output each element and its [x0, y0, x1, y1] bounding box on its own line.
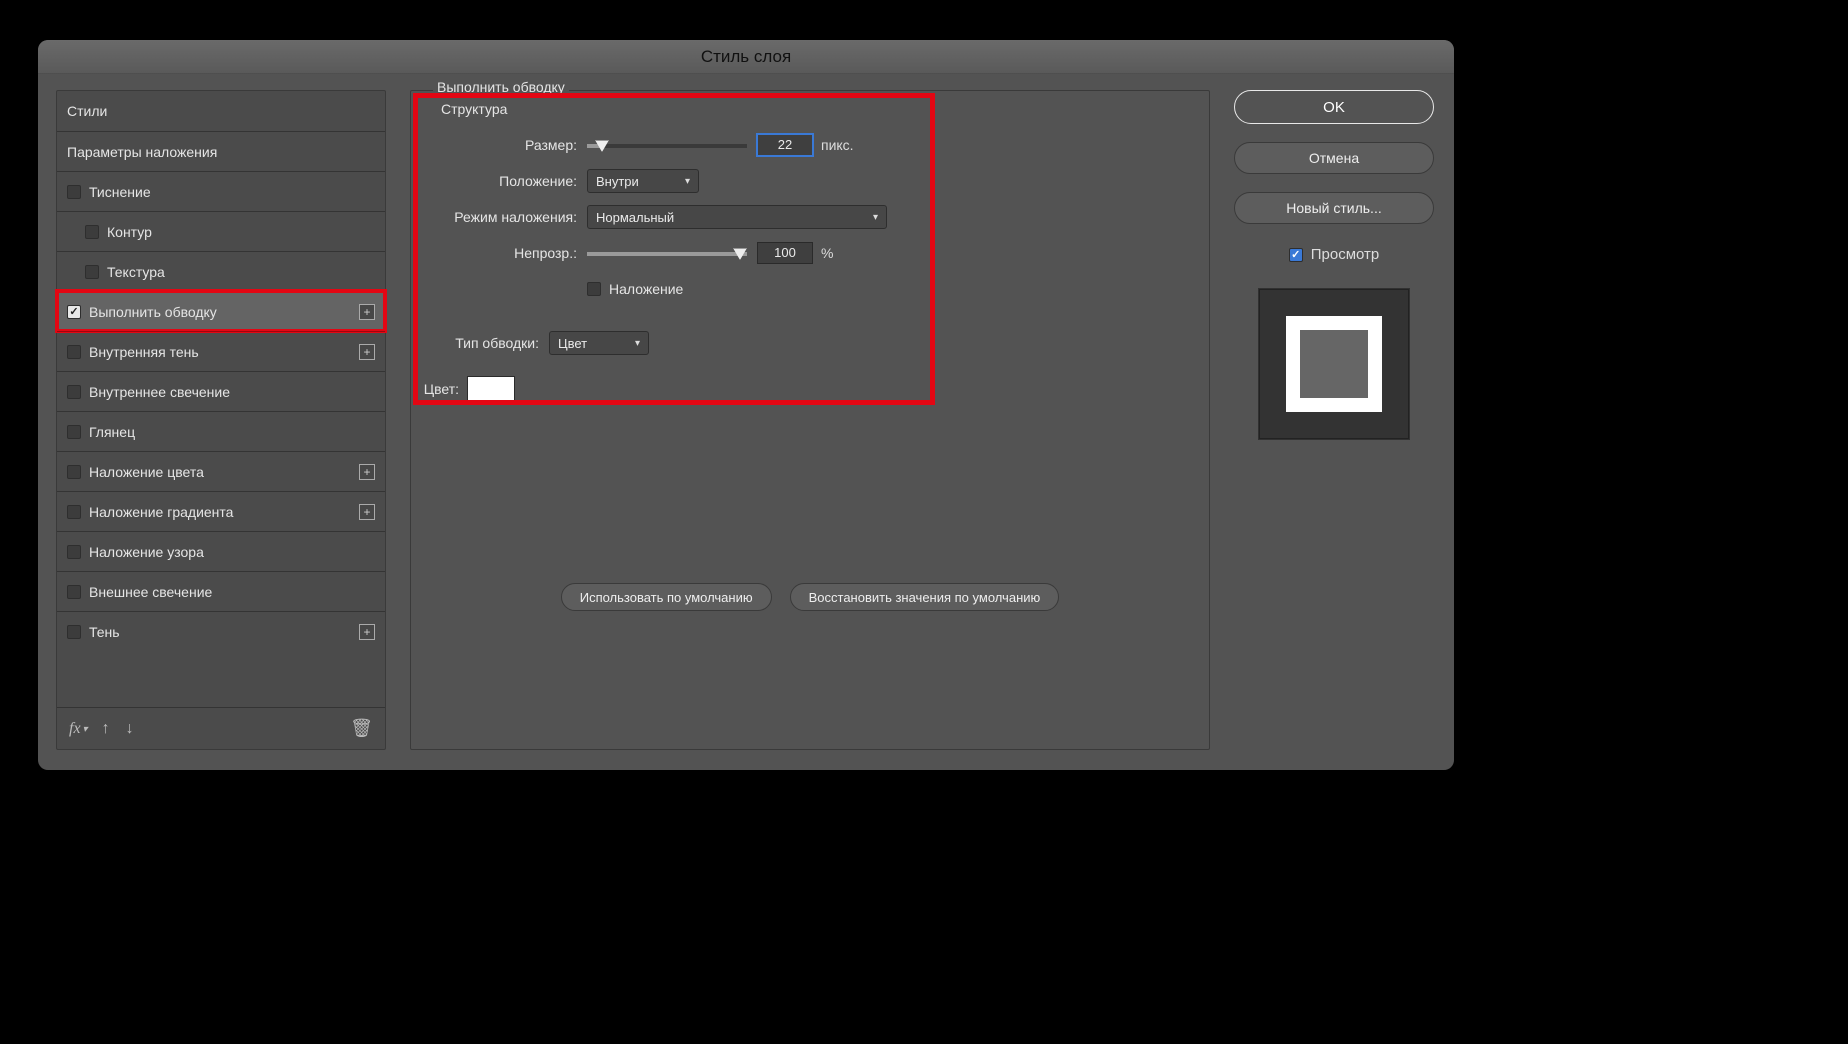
blend-options-header[interactable]: Параметры наложения	[57, 131, 385, 171]
checkbox-icon[interactable]	[67, 385, 81, 399]
preview-label: Просмотр	[1311, 246, 1380, 263]
add-effect-icon[interactable]: +	[359, 304, 375, 320]
preview-square	[1286, 316, 1382, 412]
checkbox-icon[interactable]	[67, 585, 81, 599]
cancel-button[interactable]: Отмена	[1234, 142, 1434, 174]
size-unit: пикс.	[821, 137, 854, 153]
checkbox-icon[interactable]	[67, 465, 81, 479]
size-slider[interactable]	[587, 138, 747, 152]
position-value: Внутри	[596, 174, 639, 189]
size-input[interactable]: 22	[757, 134, 813, 156]
checkbox-icon	[587, 282, 601, 296]
opacity-unit: %	[821, 245, 833, 261]
size-label: Размер:	[417, 137, 587, 153]
style-item-label: Внешнее свечение	[89, 584, 212, 600]
styles-header-label: Стили	[67, 103, 107, 119]
style-item-0[interactable]: Тиснение	[57, 171, 385, 211]
checkbox-icon[interactable]	[67, 305, 81, 319]
move-up-icon[interactable]: ↑	[102, 720, 110, 738]
fill-type-select[interactable]: Цвет ▾	[549, 331, 649, 355]
add-effect-icon[interactable]: +	[359, 344, 375, 360]
blend-label: Режим наложения:	[417, 209, 587, 225]
checkbox-icon[interactable]	[85, 225, 99, 239]
settings-panel: Выполнить обводку Структура Размер: 22 п…	[410, 90, 1210, 750]
style-item-label: Текстура	[107, 264, 165, 280]
move-down-icon[interactable]: ↓	[126, 720, 134, 738]
style-item-label: Внутреннее свечение	[89, 384, 230, 400]
right-column: OK Отмена Новый стиль... Просмотр	[1234, 90, 1434, 750]
fill-type-label: Тип обводки:	[411, 335, 549, 351]
style-item-label: Тень	[89, 624, 120, 640]
checkbox-icon[interactable]	[67, 625, 81, 639]
add-effect-icon[interactable]: +	[359, 504, 375, 520]
styles-footer: fx ↑ ↓ 🗑	[57, 707, 385, 749]
style-item-label: Глянец	[89, 424, 135, 440]
chevron-down-icon: ▾	[685, 176, 690, 187]
blend-select[interactable]: Нормальный ▾	[587, 205, 887, 229]
opacity-input[interactable]: 100	[757, 242, 813, 264]
opacity-slider[interactable]	[587, 246, 747, 260]
add-effect-icon[interactable]: +	[359, 464, 375, 480]
position-select[interactable]: Внутри ▾	[587, 169, 699, 193]
checkbox-icon[interactable]	[67, 345, 81, 359]
opacity-label: Непрозр.:	[417, 245, 587, 261]
position-label: Положение:	[417, 173, 587, 189]
style-item-10[interactable]: Внешнее свечение	[57, 571, 385, 611]
style-item-8[interactable]: Наложение градиента +	[57, 491, 385, 531]
checkbox-icon[interactable]	[67, 425, 81, 439]
blend-options-label: Параметры наложения	[67, 144, 217, 160]
trash-icon[interactable]: 🗑	[350, 718, 373, 739]
structure-title: Структура	[411, 91, 1209, 127]
style-item-label: Тиснение	[89, 184, 151, 200]
make-default-button[interactable]: Использовать по умолчанию	[561, 583, 772, 611]
preview-toggle[interactable]: Просмотр	[1234, 246, 1434, 263]
dialog-title: Стиль слоя	[38, 40, 1454, 74]
style-item-label: Наложение градиента	[89, 504, 233, 520]
style-item-7[interactable]: Наложение цвета +	[57, 451, 385, 491]
blend-value: Нормальный	[596, 210, 674, 225]
style-item-3[interactable]: Выполнить обводку +	[57, 291, 385, 331]
color-label: Цвет:	[411, 381, 467, 397]
checkbox-icon[interactable]	[85, 265, 99, 279]
style-item-5[interactable]: Внутреннее свечение	[57, 371, 385, 411]
style-item-label: Контур	[107, 224, 152, 240]
chevron-down-icon: ▾	[873, 212, 878, 223]
style-item-label: Выполнить обводку	[89, 304, 217, 320]
fill-type-value: Цвет	[558, 336, 587, 351]
style-item-1[interactable]: Контур	[57, 211, 385, 251]
add-effect-icon[interactable]: +	[359, 624, 375, 640]
new-style-button[interactable]: Новый стиль...	[1234, 192, 1434, 224]
checkbox-icon[interactable]	[67, 545, 81, 559]
overprint-label: Наложение	[609, 281, 683, 297]
style-item-label: Наложение узора	[89, 544, 204, 560]
layer-style-dialog: Стиль слоя Стили Параметры наложения Тис…	[38, 40, 1454, 770]
checkbox-icon	[1289, 248, 1303, 262]
reset-default-button[interactable]: Восстановить значения по умолчанию	[790, 583, 1060, 611]
style-item-2[interactable]: Текстура	[57, 251, 385, 291]
style-item-9[interactable]: Наложение узора	[57, 531, 385, 571]
style-item-label: Наложение цвета	[89, 464, 204, 480]
styles-panel: Стили Параметры наложения Тиснение Контур…	[56, 90, 386, 750]
checkbox-icon[interactable]	[67, 505, 81, 519]
chevron-down-icon: ▾	[635, 338, 640, 349]
style-item-label: Внутренняя тень	[89, 344, 199, 360]
preview-box	[1259, 289, 1409, 439]
overprint-checkbox[interactable]: Наложение	[587, 281, 683, 297]
style-item-11[interactable]: Тень +	[57, 611, 385, 651]
color-swatch[interactable]	[467, 376, 515, 402]
styles-header[interactable]: Стили	[57, 91, 385, 131]
style-item-4[interactable]: Внутренняя тень +	[57, 331, 385, 371]
checkbox-icon[interactable]	[67, 185, 81, 199]
style-item-6[interactable]: Глянец	[57, 411, 385, 451]
ok-button[interactable]: OK	[1234, 90, 1434, 124]
settings-title: Выполнить обводку	[433, 79, 569, 95]
fx-menu-icon[interactable]: fx	[69, 720, 86, 738]
